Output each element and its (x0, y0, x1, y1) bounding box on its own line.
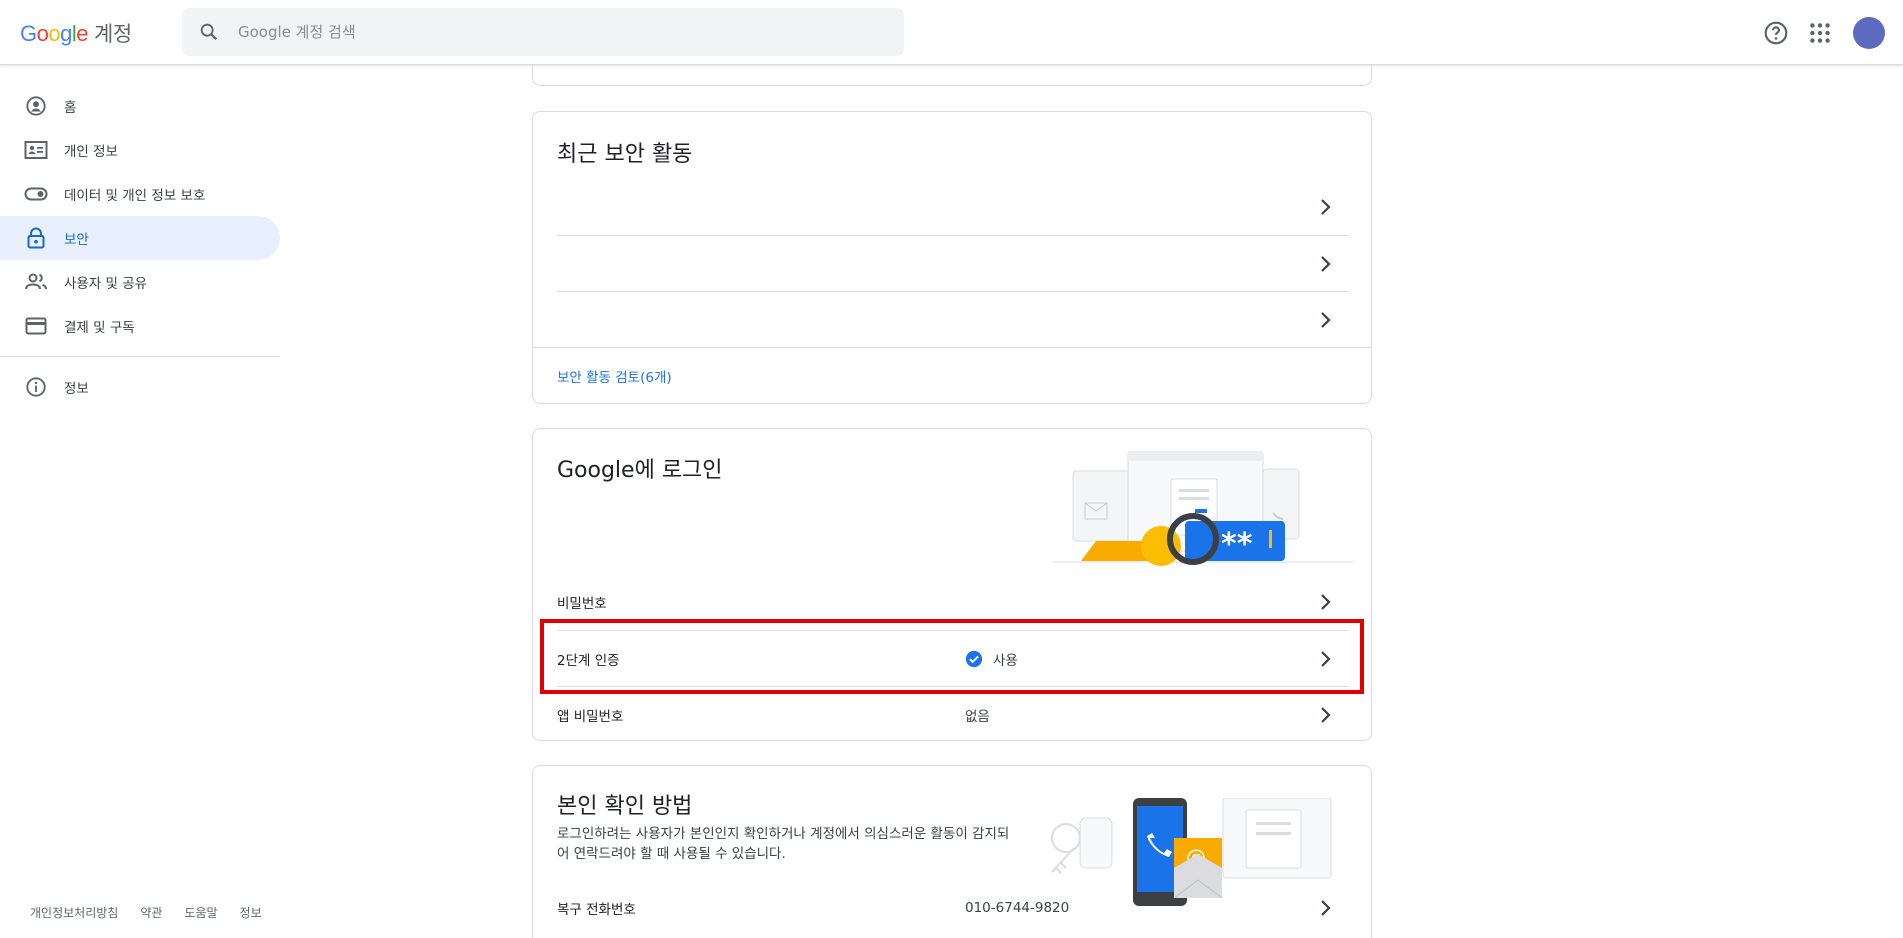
nav-item-people-sharing[interactable]: 사용자 및 공유 (0, 260, 280, 304)
google-account-logo[interactable]: Google 계정 (20, 18, 132, 48)
nav-divider (0, 356, 280, 357)
chevron-right-icon (1321, 594, 1331, 610)
search-icon[interactable] (198, 21, 220, 43)
nav-item-label: 데이터 및 개인 정보 보호 (64, 188, 206, 204)
activity-row[interactable] (557, 179, 1349, 235)
signin-illustration: ** (1053, 451, 1353, 566)
recovery-phone-value: 010-6744-9820 (965, 900, 1070, 916)
verify-identity-card: 본인 확인 방법 로그인하려는 사용자가 본인인지 확인하거나 계정에서 의심스… (532, 765, 1372, 938)
footer-link-help[interactable]: 도움말 (184, 904, 217, 921)
masked-password-text: ** (1221, 527, 1253, 562)
chevron-right-icon (1321, 900, 1331, 916)
lock-icon (24, 226, 48, 250)
chevron-right-icon (1321, 651, 1331, 667)
account-circle-icon (24, 94, 48, 118)
two-step-label: 2단계 인증 (557, 652, 620, 669)
card-description: 로그인하려는 사용자가 본인인지 확인하거나 계정에서 의심스러운 활동이 감지… (557, 826, 1010, 862)
nav-item-personal-info[interactable]: 개인 정보 (0, 128, 280, 172)
activity-row[interactable] (557, 235, 1349, 291)
info-icon (24, 375, 48, 399)
recovery-phone-row[interactable]: 복구 전화번호 010-6744-9820 (557, 880, 1349, 936)
two-step-value: 사용 (993, 652, 1018, 669)
card-title: 본인 확인 방법 (557, 794, 693, 819)
search-box[interactable] (182, 8, 904, 56)
app-passwords-row[interactable]: 앱 비밀번호 없음 (557, 686, 1349, 742)
chevron-right-icon (1321, 312, 1331, 328)
two-step-status: 사용 (965, 649, 1349, 669)
apps-grid-icon[interactable] (1807, 20, 1833, 46)
nav-item-label: 보안 (64, 232, 89, 248)
nav-item-security[interactable]: 보안 (0, 216, 280, 260)
account-avatar[interactable] (1853, 17, 1885, 49)
logo-letter: e (76, 21, 89, 46)
people-icon (24, 270, 48, 294)
footer-link-about[interactable]: 정보 (240, 904, 262, 921)
signin-card: Google에 로그인 ** 비밀번호 2단계 인증 사용 앱 비밀번호 없음 (532, 428, 1372, 741)
password-row[interactable]: 비밀번호 (557, 574, 1349, 630)
nav-item-label: 결제 및 구독 (64, 320, 135, 336)
logo-letter: g (60, 21, 72, 46)
nav-item-payments[interactable]: 결제 및 구독 (0, 304, 280, 348)
recent-security-activity-card: 최근 보안 활동 보안 활동 검토(6개) (532, 111, 1372, 404)
nav-item-label: 홈 (64, 100, 77, 116)
nav-item-about[interactable]: 정보 (0, 365, 280, 409)
footer-links: 개인정보처리방침 약관 도움말 정보 (30, 904, 262, 921)
logo-letter: o (48, 21, 61, 46)
help-icon[interactable] (1763, 20, 1789, 46)
nav-item-home[interactable]: 홈 (0, 84, 280, 128)
divider (533, 347, 1371, 348)
two-step-verification-row[interactable]: 2단계 인증 사용 (557, 630, 1349, 686)
nav-item-data-privacy[interactable]: 데이터 및 개인 정보 보호 (0, 172, 280, 216)
app-header: Google 계정 (0, 0, 1903, 65)
review-security-activity-link[interactable]: 보안 활동 검토(6개) (557, 366, 672, 386)
toggle-icon (24, 182, 48, 206)
card-title: 최근 보안 활동 (557, 142, 693, 167)
logo-suffix: 계정 (94, 23, 132, 46)
credit-card-icon (24, 314, 48, 338)
password-label: 비밀번호 (557, 596, 607, 612)
app-password-label: 앱 비밀번호 (557, 708, 624, 725)
chevron-right-icon (1321, 256, 1331, 272)
logo-letter: o (36, 21, 49, 46)
id-card-icon (24, 138, 48, 162)
footer-link-privacy[interactable]: 개인정보처리방침 (30, 904, 118, 921)
search-input[interactable] (238, 8, 878, 56)
activity-row[interactable] (557, 291, 1349, 347)
logo-letter: G (20, 21, 37, 46)
recovery-phone-label: 복구 전화번호 (557, 902, 636, 918)
nav-item-label: 개인 정보 (64, 144, 118, 160)
app-password-value: 없음 (965, 708, 990, 725)
card-title: Google에 로그인 (557, 458, 723, 483)
check-circle-icon (965, 650, 983, 667)
chevron-right-icon (1321, 199, 1331, 215)
side-navigation: 홈 개인 정보 데이터 및 개인 정보 보호 보안 사용자 및 공유 결제 및 … (0, 84, 280, 409)
nav-item-label: 정보 (64, 381, 89, 397)
footer-link-terms[interactable]: 약관 (140, 904, 162, 921)
nav-item-label: 사용자 및 공유 (64, 276, 148, 292)
chevron-right-icon (1321, 707, 1331, 723)
